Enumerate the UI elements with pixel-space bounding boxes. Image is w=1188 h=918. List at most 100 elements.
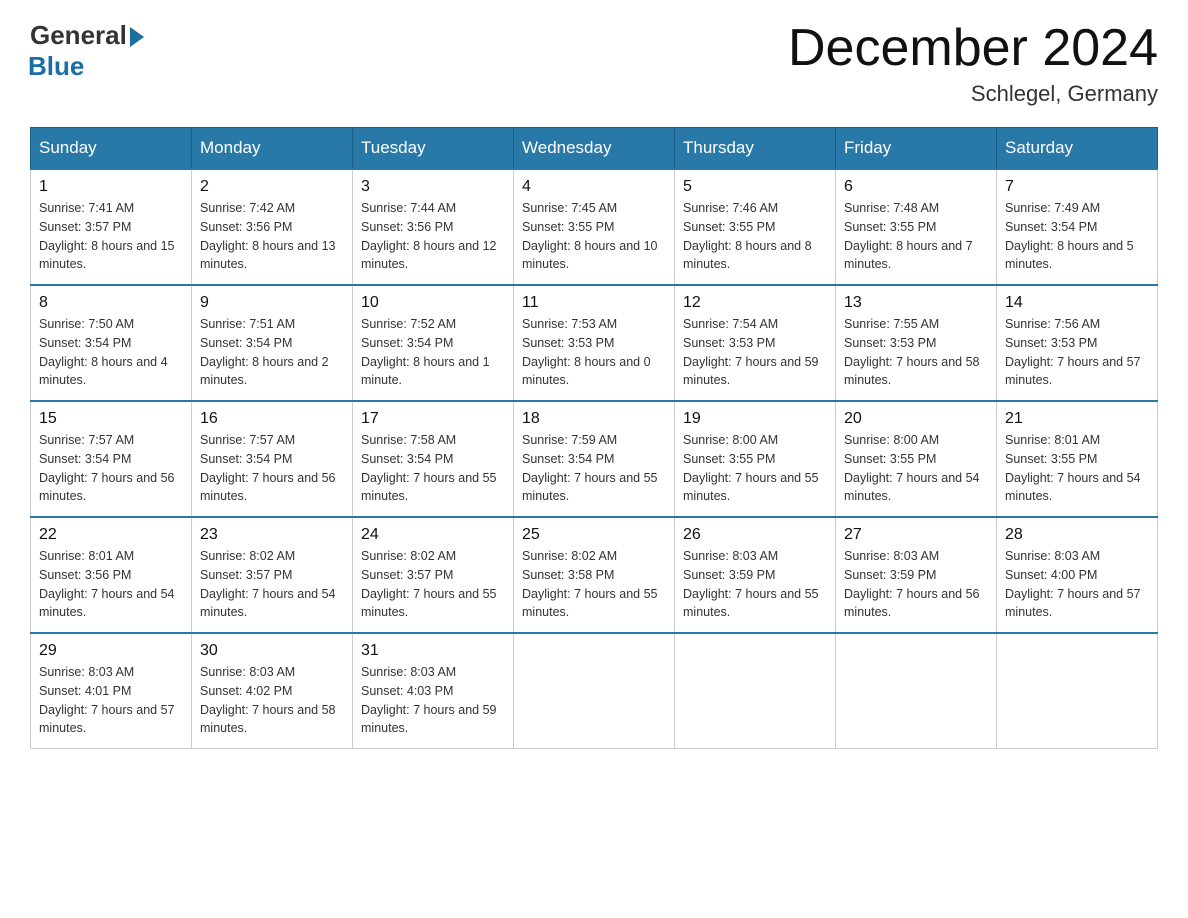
weekday-header-wednesday: Wednesday [514, 128, 675, 170]
day-number: 20 [844, 410, 988, 428]
weekday-header-row: SundayMondayTuesdayWednesdayThursdayFrid… [31, 128, 1158, 170]
calendar-cell: 10 Sunrise: 7:52 AMSunset: 3:54 PMDaylig… [353, 285, 514, 401]
day-info: Sunrise: 7:58 AMSunset: 3:54 PMDaylight:… [361, 431, 505, 506]
calendar-cell: 16 Sunrise: 7:57 AMSunset: 3:54 PMDaylig… [192, 401, 353, 517]
day-info: Sunrise: 8:02 AMSunset: 3:57 PMDaylight:… [361, 547, 505, 622]
day-number: 18 [522, 410, 666, 428]
day-number: 15 [39, 410, 183, 428]
day-info: Sunrise: 7:44 AMSunset: 3:56 PMDaylight:… [361, 199, 505, 274]
day-info: Sunrise: 7:48 AMSunset: 3:55 PMDaylight:… [844, 199, 988, 274]
weekday-header-tuesday: Tuesday [353, 128, 514, 170]
location-label: Schlegel, Germany [788, 81, 1158, 107]
calendar-cell: 17 Sunrise: 7:58 AMSunset: 3:54 PMDaylig… [353, 401, 514, 517]
week-row-1: 1 Sunrise: 7:41 AMSunset: 3:57 PMDayligh… [31, 169, 1158, 285]
day-number: 3 [361, 178, 505, 196]
day-info: Sunrise: 8:00 AMSunset: 3:55 PMDaylight:… [844, 431, 988, 506]
calendar-cell: 13 Sunrise: 7:55 AMSunset: 3:53 PMDaylig… [836, 285, 997, 401]
calendar-cell: 21 Sunrise: 8:01 AMSunset: 3:55 PMDaylig… [997, 401, 1158, 517]
weekday-header-sunday: Sunday [31, 128, 192, 170]
calendar-cell: 20 Sunrise: 8:00 AMSunset: 3:55 PMDaylig… [836, 401, 997, 517]
day-info: Sunrise: 8:03 AMSunset: 4:02 PMDaylight:… [200, 663, 344, 738]
day-number: 17 [361, 410, 505, 428]
day-info: Sunrise: 7:59 AMSunset: 3:54 PMDaylight:… [522, 431, 666, 506]
title-section: December 2024 Schlegel, Germany [788, 20, 1158, 107]
day-number: 23 [200, 526, 344, 544]
calendar-cell [836, 633, 997, 749]
calendar-cell: 22 Sunrise: 8:01 AMSunset: 3:56 PMDaylig… [31, 517, 192, 633]
day-info: Sunrise: 7:45 AMSunset: 3:55 PMDaylight:… [522, 199, 666, 274]
weekday-header-thursday: Thursday [675, 128, 836, 170]
day-number: 31 [361, 642, 505, 660]
calendar-cell: 2 Sunrise: 7:42 AMSunset: 3:56 PMDayligh… [192, 169, 353, 285]
calendar-cell: 5 Sunrise: 7:46 AMSunset: 3:55 PMDayligh… [675, 169, 836, 285]
day-info: Sunrise: 8:02 AMSunset: 3:58 PMDaylight:… [522, 547, 666, 622]
day-number: 2 [200, 178, 344, 196]
calendar-table: SundayMondayTuesdayWednesdayThursdayFrid… [30, 127, 1158, 749]
day-info: Sunrise: 7:53 AMSunset: 3:53 PMDaylight:… [522, 315, 666, 390]
day-number: 11 [522, 294, 666, 312]
calendar-cell: 15 Sunrise: 7:57 AMSunset: 3:54 PMDaylig… [31, 401, 192, 517]
page-header: General Blue December 2024 Schlegel, Ger… [30, 20, 1158, 107]
day-info: Sunrise: 7:54 AMSunset: 3:53 PMDaylight:… [683, 315, 827, 390]
day-number: 24 [361, 526, 505, 544]
calendar-cell: 8 Sunrise: 7:50 AMSunset: 3:54 PMDayligh… [31, 285, 192, 401]
calendar-cell: 30 Sunrise: 8:03 AMSunset: 4:02 PMDaylig… [192, 633, 353, 749]
day-info: Sunrise: 8:02 AMSunset: 3:57 PMDaylight:… [200, 547, 344, 622]
month-title: December 2024 [788, 20, 1158, 77]
day-info: Sunrise: 8:03 AMSunset: 4:03 PMDaylight:… [361, 663, 505, 738]
day-number: 14 [1005, 294, 1149, 312]
logo: General Blue [30, 20, 144, 82]
day-info: Sunrise: 7:57 AMSunset: 3:54 PMDaylight:… [200, 431, 344, 506]
week-row-2: 8 Sunrise: 7:50 AMSunset: 3:54 PMDayligh… [31, 285, 1158, 401]
day-number: 29 [39, 642, 183, 660]
calendar-cell: 3 Sunrise: 7:44 AMSunset: 3:56 PMDayligh… [353, 169, 514, 285]
calendar-cell: 28 Sunrise: 8:03 AMSunset: 4:00 PMDaylig… [997, 517, 1158, 633]
day-info: Sunrise: 8:01 AMSunset: 3:55 PMDaylight:… [1005, 431, 1149, 506]
day-number: 7 [1005, 178, 1149, 196]
calendar-cell [675, 633, 836, 749]
day-number: 22 [39, 526, 183, 544]
day-info: Sunrise: 7:52 AMSunset: 3:54 PMDaylight:… [361, 315, 505, 390]
day-info: Sunrise: 7:55 AMSunset: 3:53 PMDaylight:… [844, 315, 988, 390]
day-info: Sunrise: 7:49 AMSunset: 3:54 PMDaylight:… [1005, 199, 1149, 274]
calendar-cell: 1 Sunrise: 7:41 AMSunset: 3:57 PMDayligh… [31, 169, 192, 285]
day-number: 30 [200, 642, 344, 660]
day-number: 1 [39, 178, 183, 196]
day-number: 8 [39, 294, 183, 312]
day-info: Sunrise: 8:00 AMSunset: 3:55 PMDaylight:… [683, 431, 827, 506]
day-info: Sunrise: 7:46 AMSunset: 3:55 PMDaylight:… [683, 199, 827, 274]
day-info: Sunrise: 7:50 AMSunset: 3:54 PMDaylight:… [39, 315, 183, 390]
day-number: 4 [522, 178, 666, 196]
day-number: 27 [844, 526, 988, 544]
day-info: Sunrise: 7:56 AMSunset: 3:53 PMDaylight:… [1005, 315, 1149, 390]
day-number: 28 [1005, 526, 1149, 544]
day-info: Sunrise: 7:41 AMSunset: 3:57 PMDaylight:… [39, 199, 183, 274]
day-number: 16 [200, 410, 344, 428]
calendar-cell: 14 Sunrise: 7:56 AMSunset: 3:53 PMDaylig… [997, 285, 1158, 401]
calendar-cell [997, 633, 1158, 749]
calendar-cell: 6 Sunrise: 7:48 AMSunset: 3:55 PMDayligh… [836, 169, 997, 285]
day-number: 12 [683, 294, 827, 312]
calendar-cell: 11 Sunrise: 7:53 AMSunset: 3:53 PMDaylig… [514, 285, 675, 401]
calendar-cell: 29 Sunrise: 8:03 AMSunset: 4:01 PMDaylig… [31, 633, 192, 749]
calendar-cell [514, 633, 675, 749]
day-number: 10 [361, 294, 505, 312]
day-info: Sunrise: 8:03 AMSunset: 4:01 PMDaylight:… [39, 663, 183, 738]
day-info: Sunrise: 7:42 AMSunset: 3:56 PMDaylight:… [200, 199, 344, 274]
weekday-header-saturday: Saturday [997, 128, 1158, 170]
day-info: Sunrise: 8:03 AMSunset: 3:59 PMDaylight:… [683, 547, 827, 622]
calendar-cell: 25 Sunrise: 8:02 AMSunset: 3:58 PMDaylig… [514, 517, 675, 633]
calendar-cell: 23 Sunrise: 8:02 AMSunset: 3:57 PMDaylig… [192, 517, 353, 633]
day-number: 5 [683, 178, 827, 196]
day-info: Sunrise: 7:51 AMSunset: 3:54 PMDaylight:… [200, 315, 344, 390]
day-number: 21 [1005, 410, 1149, 428]
logo-blue-text: Blue [28, 51, 84, 82]
calendar-cell: 7 Sunrise: 7:49 AMSunset: 3:54 PMDayligh… [997, 169, 1158, 285]
calendar-cell: 26 Sunrise: 8:03 AMSunset: 3:59 PMDaylig… [675, 517, 836, 633]
day-info: Sunrise: 8:03 AMSunset: 3:59 PMDaylight:… [844, 547, 988, 622]
day-number: 25 [522, 526, 666, 544]
calendar-cell: 24 Sunrise: 8:02 AMSunset: 3:57 PMDaylig… [353, 517, 514, 633]
calendar-cell: 9 Sunrise: 7:51 AMSunset: 3:54 PMDayligh… [192, 285, 353, 401]
calendar-cell: 4 Sunrise: 7:45 AMSunset: 3:55 PMDayligh… [514, 169, 675, 285]
day-info: Sunrise: 8:01 AMSunset: 3:56 PMDaylight:… [39, 547, 183, 622]
